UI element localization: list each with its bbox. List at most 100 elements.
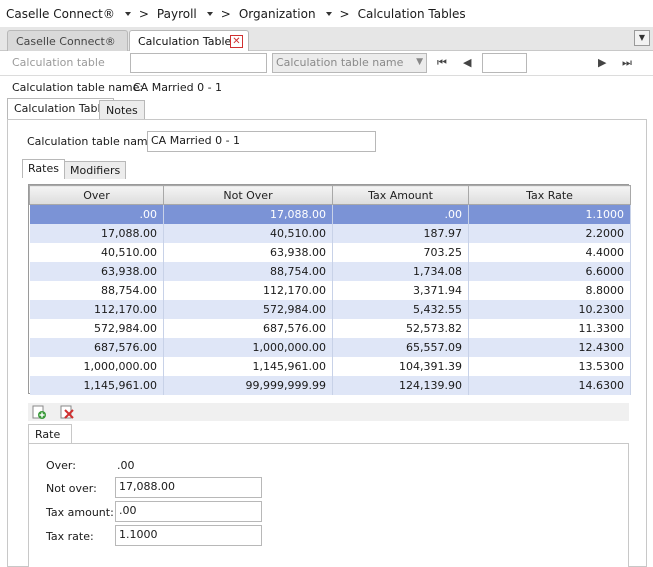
tab-label: Calculation Table <box>14 102 108 115</box>
tax-amount-label: Tax amount: <box>46 506 114 519</box>
cell-over: 63,938.00 <box>29 261 164 281</box>
cell-not-over: 63,938.00 <box>163 242 333 262</box>
cell-over: 17,088.00 <box>29 223 164 243</box>
cell-tax-rate: 6.6000 <box>468 261 631 281</box>
cell-over: 687,576.00 <box>29 337 164 357</box>
table-row[interactable]: 40,510.00 63,938.00 703.25 4.4000 <box>29 242 631 262</box>
chevron-down-icon[interactable] <box>206 11 213 16</box>
tab-rate[interactable]: Rate <box>28 424 72 444</box>
column-header-tax-amount[interactable]: Tax Amount <box>332 185 469 205</box>
input-value: 17,088.00 <box>119 480 175 493</box>
calculation-table-input[interactable] <box>130 53 267 73</box>
cell-tax-amount: 65,557.09 <box>332 337 469 357</box>
record-number-input[interactable] <box>482 53 527 73</box>
cell-tax-rate: 13.5300 <box>468 356 631 376</box>
table-name-input[interactable]: CA Married 0 - 1 <box>147 131 376 152</box>
cell-tax-amount: 104,391.39 <box>332 356 469 376</box>
cell-not-over: 17,088.00 <box>163 204 333 224</box>
cell-tax-rate: 11.3300 <box>468 318 631 338</box>
cell-tax-rate: 8.8000 <box>468 280 631 300</box>
tax-rate-label: Tax rate: <box>46 530 94 543</box>
table-row[interactable]: 17,088.00 40,510.00 187.97 2.2000 <box>29 223 631 243</box>
close-icon[interactable]: ✕ <box>230 35 243 48</box>
input-value: 1.1000 <box>119 528 158 541</box>
tax-amount-input[interactable]: .00 <box>115 501 262 522</box>
tab-label: Calculation Tables <box>138 35 238 48</box>
next-record-icon[interactable]: ▶ <box>598 56 606 69</box>
breadcrumb-app[interactable]: Caselle Connect® <box>6 7 115 21</box>
cell-not-over: 572,984.00 <box>163 299 333 319</box>
not-over-label: Not over: <box>46 482 97 495</box>
not-over-input[interactable]: 17,088.00 <box>115 477 262 498</box>
breadcrumb-module[interactable]: Payroll <box>157 7 197 21</box>
column-header-tax-rate[interactable]: Tax Rate <box>468 185 631 205</box>
column-header-over[interactable]: Over <box>29 185 164 205</box>
last-record-icon[interactable]: ⏭ <box>622 56 632 70</box>
over-value: .00 <box>117 459 135 472</box>
delete-row-icon[interactable] <box>59 404 75 420</box>
cell-tax-rate: 12.4300 <box>468 337 631 357</box>
breadcrumb-section[interactable]: Organization <box>239 7 316 21</box>
table-row[interactable]: 112,170.00 572,984.00 5,432.55 10.2300 <box>29 299 631 319</box>
tab-menu-dropdown-icon[interactable]: ▼ <box>634 30 650 46</box>
cell-tax-amount: 52,573.82 <box>332 318 469 338</box>
tab-label: Rate <box>35 428 61 441</box>
cell-tax-amount: 5,432.55 <box>332 299 469 319</box>
chevron-down-icon: ▼ <box>416 57 423 67</box>
tab-label: Notes <box>106 104 138 117</box>
cell-over: 112,170.00 <box>29 299 164 319</box>
grid-toolbar <box>28 403 629 421</box>
rates-grid: Over Not Over Tax Amount Tax Rate .00 17,… <box>28 184 631 395</box>
lookup-bar: Calculation table Calculation table name… <box>0 51 653 76</box>
tab-label: Modifiers <box>70 164 121 177</box>
tab-label: Caselle Connect® <box>16 35 116 48</box>
table-row[interactable]: 88,754.00 112,170.00 3,371.94 8.8000 <box>29 280 631 300</box>
cell-not-over: 1,145,961.00 <box>163 356 333 376</box>
cell-tax-amount: .00 <box>332 204 469 224</box>
table-row[interactable]: 687,576.00 1,000,000.00 65,557.09 12.4300 <box>29 337 631 357</box>
breadcrumb-page: Calculation Tables <box>357 6 466 21</box>
cell-over: 572,984.00 <box>29 318 164 338</box>
table-row[interactable]: 1,145,961.00 99,999,999.99 124,139.90 14.63… <box>29 375 631 395</box>
previous-record-icon[interactable]: ◀ <box>463 56 471 69</box>
lookup-label: Calculation table <box>12 56 105 69</box>
tab-calculation-tables[interactable]: Calculation Tables ✕ <box>129 30 249 52</box>
tab-modifiers[interactable]: Modifiers <box>64 161 127 179</box>
column-header-not-over[interactable]: Not Over <box>163 185 333 205</box>
table-row[interactable]: .00 17,088.00.00 1.1000 <box>29 204 631 224</box>
cell-over: 1,145,961.00 <box>29 375 164 395</box>
cell-tax-rate: 14.6300 <box>468 375 631 395</box>
cell-not-over: 112,170.00 <box>163 280 333 300</box>
cell-over: 40,510.00 <box>29 242 164 262</box>
cell-tax-rate: 2.2000 <box>468 223 631 243</box>
tab-notes[interactable]: Notes <box>99 100 145 120</box>
cell-tax-rate: 10.2300 <box>468 299 631 319</box>
cell-tax-rate: 1.1000 <box>468 204 631 224</box>
add-row-icon[interactable] <box>31 404 47 420</box>
cell-not-over: 88,754.00 <box>163 261 333 281</box>
table-header-row: Over Not Over Tax Amount Tax Rate <box>29 185 631 205</box>
cell-tax-rate: 4.4000 <box>468 242 631 262</box>
detail-value: CA Married 0 - 1 <box>133 81 223 94</box>
rates-table: Over Not Over Tax Amount Tax Rate .00 17,… <box>29 185 631 395</box>
chevron-down-icon[interactable] <box>124 11 131 16</box>
calculation-table-name-select[interactable]: Calculation table name ▼ <box>272 53 427 73</box>
tax-rate-input[interactable]: 1.1000 <box>115 525 262 546</box>
table-row[interactable]: 572,984.00 687,576.00 52,573.82 11.3300 <box>29 318 631 338</box>
cell-not-over: 99,999,999.99 <box>163 375 333 395</box>
cell-tax-amount: 1,734.08 <box>332 261 469 281</box>
cell-tax-amount: 703.25 <box>332 242 469 262</box>
cell-not-over: 1,000,000.00 <box>163 337 333 357</box>
tab-label: Rates <box>28 162 59 175</box>
cell-over: 1,000,000.00 <box>29 356 164 376</box>
select-value: Calculation table name <box>276 56 404 69</box>
cell-tax-amount: 124,139.90 <box>332 375 469 395</box>
document-tab-strip: Caselle Connect® Calculation Tables ✕ ▼ <box>0 27 653 52</box>
tab-caselle-connect[interactable]: Caselle Connect® <box>7 30 128 51</box>
table-row[interactable]: 63,938.00 88,754.00 1,734.08 6.6000 <box>29 261 631 281</box>
tab-rates[interactable]: Rates <box>22 159 65 178</box>
chevron-down-icon[interactable] <box>325 11 332 16</box>
table-row[interactable]: 1,000,000.00 1,145,961.00 104,391.39 13.530… <box>29 356 631 376</box>
cell-over: .00 <box>29 204 164 224</box>
first-record-icon[interactable]: ⏮ <box>437 56 447 70</box>
